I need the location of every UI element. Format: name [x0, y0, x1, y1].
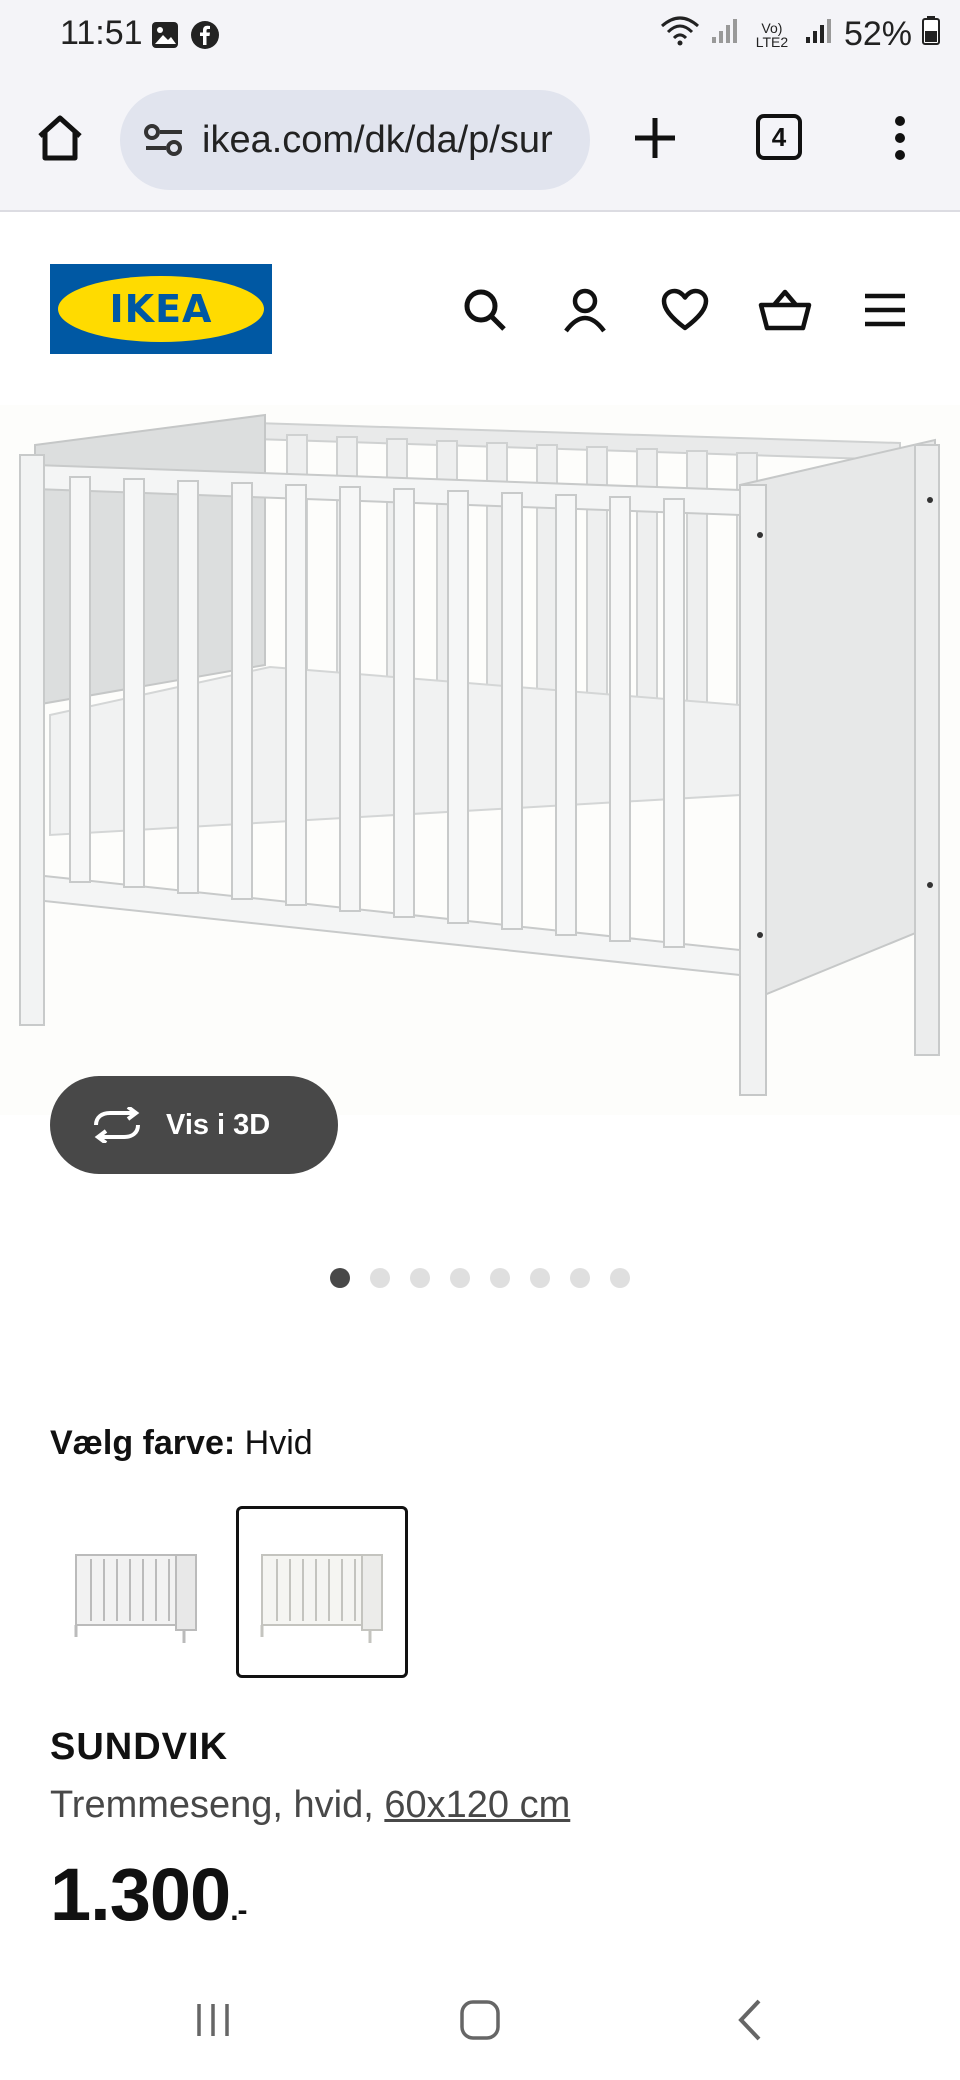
- home-nav-button[interactable]: [445, 1990, 515, 2050]
- color-selector-label: Vælg farve: Hvid: [50, 1424, 313, 1463]
- browser-toolbar: ikea.com/dk/da/p/sur 4: [0, 72, 960, 212]
- battery-percent: 52%: [843, 15, 912, 53]
- price-value: 1.300: [50, 1853, 231, 1936]
- tab-switcher-button[interactable]: 4: [756, 114, 802, 160]
- carousel-dot[interactable]: [450, 1268, 470, 1288]
- carousel-dot[interactable]: [370, 1268, 390, 1288]
- recent-apps-button[interactable]: [178, 1990, 248, 2050]
- wifi-icon: [660, 14, 700, 55]
- volte-label: Vo) LTE2: [755, 19, 789, 50]
- search-icon: [464, 289, 506, 331]
- wishlist-button[interactable]: [655, 280, 715, 340]
- battery-icon: [922, 15, 940, 54]
- product-name: SUNDVIK: [50, 1726, 229, 1768]
- gallery-notification-icon: [150, 20, 180, 55]
- carousel-dot[interactable]: [570, 1268, 590, 1288]
- product-size-link[interactable]: 60x120 cm: [384, 1784, 570, 1826]
- carousel-dot[interactable]: [610, 1268, 630, 1288]
- site-settings-icon[interactable]: [142, 118, 186, 162]
- header-icons: [455, 280, 915, 340]
- product-type: Tremmeseng, hvid,: [50, 1784, 385, 1826]
- heart-icon: [661, 288, 709, 331]
- price-suffix: .-: [230, 1894, 247, 1927]
- view-3d-button[interactable]: Vis i 3D: [50, 1076, 338, 1174]
- menu-button[interactable]: [855, 280, 915, 340]
- product-description: Tremmeseng, hvid, 60x120 cm: [50, 1784, 570, 1827]
- plus-icon: [635, 118, 675, 158]
- search-button[interactable]: [455, 280, 515, 340]
- ikea-logo[interactable]: IKEA: [50, 264, 272, 354]
- recent-apps-icon: [197, 2004, 229, 2036]
- facebook-notification-icon: [190, 20, 220, 55]
- color-variant-thumbnail-selected[interactable]: [236, 1506, 408, 1678]
- carousel-dot[interactable]: [490, 1268, 510, 1288]
- basket-button[interactable]: [755, 280, 815, 340]
- carousel-dot[interactable]: [330, 1268, 350, 1288]
- image-carousel-dots: [330, 1268, 630, 1288]
- system-nav-bar: [0, 1960, 960, 2080]
- carousel-dot[interactable]: [410, 1268, 430, 1288]
- rotate-3d-icon: [94, 1107, 140, 1143]
- back-button[interactable]: [715, 1990, 785, 2050]
- status-bar: 11:51 Vo) LTE2 52%: [0, 0, 960, 72]
- hamburger-menu-icon: [865, 293, 905, 327]
- new-tab-button[interactable]: [625, 108, 685, 168]
- address-bar[interactable]: ikea.com/dk/da/p/sur: [120, 90, 590, 190]
- basket-icon: [758, 289, 812, 331]
- view-3d-label: Vis i 3D: [166, 1108, 271, 1141]
- url-text[interactable]: ikea.com/dk/da/p/sur: [202, 119, 553, 162]
- account-button[interactable]: [555, 280, 615, 340]
- color-value: Hvid: [244, 1424, 313, 1462]
- back-icon: [738, 1999, 761, 2041]
- product-price: 1.300.-: [50, 1852, 248, 1937]
- color-variant-thumbnail[interactable]: [50, 1506, 222, 1678]
- home-icon: [38, 115, 82, 161]
- more-vert-icon: [895, 116, 905, 160]
- signal-roaming-icon: [804, 15, 834, 54]
- home-nav-icon: [460, 2000, 500, 2040]
- carousel-dot[interactable]: [530, 1268, 550, 1288]
- status-time: 11:51: [60, 14, 143, 52]
- color-label-prefix: Vælg farve:: [50, 1424, 236, 1462]
- more-options-button[interactable]: [880, 108, 920, 168]
- user-icon: [564, 288, 606, 333]
- home-button[interactable]: [30, 108, 90, 168]
- signal-icon: [710, 15, 740, 54]
- product-image[interactable]: [0, 405, 960, 1115]
